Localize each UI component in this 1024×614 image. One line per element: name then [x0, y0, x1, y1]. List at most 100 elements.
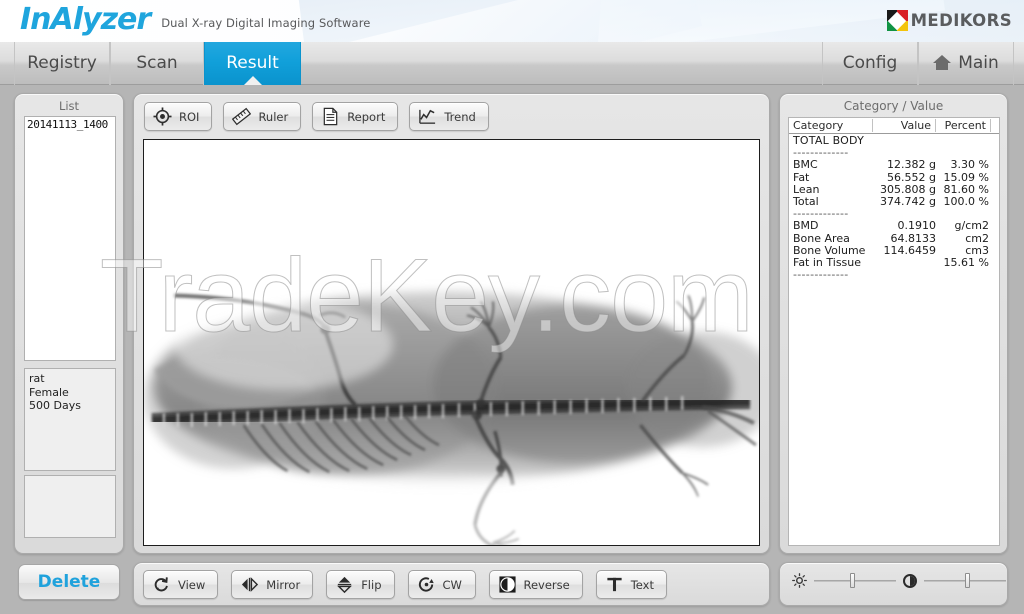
- result-value: 56.552 g: [887, 170, 936, 184]
- subject-age: 500 Days: [29, 399, 81, 412]
- result-category: Fat: [793, 170, 810, 184]
- result-percent: [936, 135, 993, 147]
- mirror-button-label: Mirror: [266, 577, 301, 592]
- flip-arrows-icon: [335, 575, 354, 594]
- contrast-slider[interactable]: [924, 573, 1006, 588]
- result-category: -------------: [793, 268, 849, 282]
- results-row: Bone Area 64.8133 cm2: [789, 231, 999, 245]
- results-panel: Category / Value Category Value Percent …: [779, 93, 1008, 554]
- result-value: 0.1910: [897, 219, 937, 233]
- tab-registry[interactable]: Registry: [14, 42, 110, 85]
- flip-button[interactable]: Flip: [326, 570, 395, 599]
- results-row: BMC 12.382 g 3.30 %: [789, 159, 999, 171]
- contrast-slider-thumb[interactable]: [964, 573, 970, 588]
- image-panel: ROI Ruler Report Trend: [133, 93, 770, 554]
- roi-button[interactable]: ROI: [144, 102, 213, 131]
- view-button[interactable]: View: [143, 570, 219, 599]
- results-row: BMD 0.1910 g/cm2: [789, 220, 999, 232]
- brand-name: MEDIKORS: [910, 11, 1012, 30]
- list-panel-title: List: [58, 99, 80, 113]
- trend-button[interactable]: Trend: [409, 102, 489, 131]
- invert-contrast-icon: [498, 575, 517, 594]
- report-button[interactable]: Report: [312, 102, 399, 131]
- result-value: [873, 269, 936, 281]
- line-chart-icon: [418, 107, 437, 126]
- column-header-percent: Percent: [936, 119, 991, 132]
- brightness-slider-thumb[interactable]: [849, 573, 855, 588]
- reverse-button-label: Reverse: [523, 577, 570, 592]
- results-table-header: Category Value Percent: [789, 118, 999, 134]
- cw-button[interactable]: CW: [407, 570, 476, 599]
- column-header-category: Category: [789, 119, 873, 132]
- ruler-icon: [232, 107, 252, 126]
- column-header-value: Value: [873, 119, 936, 132]
- result-percent: 15.61 %: [943, 255, 989, 269]
- results-panel-title: Category / Value: [843, 99, 944, 113]
- contrast-half-circle-icon: [903, 573, 917, 588]
- brightness-sun-icon: [792, 573, 807, 588]
- document-icon: [321, 107, 340, 126]
- results-row: Fat 56.552 g 15.09 %: [789, 170, 999, 184]
- result-value: [873, 257, 936, 269]
- main-tabbar: Registry Scan Result Config Main: [0, 42, 1024, 85]
- app-logo: InAlyzer Dual X-ray Digital Imaging Soft…: [20, 4, 370, 36]
- crosshair-target-icon: [153, 107, 172, 126]
- brand-lockup: MEDIKORS: [886, 10, 1012, 31]
- result-value: 12.382 g: [887, 158, 936, 172]
- trend-button-label: Trend: [444, 109, 476, 124]
- subject-sex: Female: [29, 385, 69, 399]
- refresh-rotate-icon: [152, 575, 171, 594]
- subject-info-box: rat Female 500 Days: [24, 368, 116, 471]
- app-header: InAlyzer Dual X-ray Digital Imaging Soft…: [0, 0, 1024, 42]
- home-icon: [933, 55, 952, 70]
- xray-image: [144, 140, 759, 545]
- view-button-label: View: [178, 577, 206, 592]
- results-separator: -------------: [789, 268, 999, 282]
- mirror-button[interactable]: Mirror: [231, 570, 314, 599]
- product-tagline: Dual X-ray Digital Imaging Software: [161, 16, 371, 30]
- delete-button[interactable]: Delete: [18, 564, 120, 600]
- medikors-diamond-icon: [886, 10, 908, 31]
- image-toolbar: ROI Ruler Report Trend: [144, 102, 489, 131]
- tab-scan[interactable]: Scan: [110, 42, 204, 85]
- ruler-button[interactable]: Ruler: [223, 102, 302, 131]
- tab-main[interactable]: Main: [918, 42, 1014, 85]
- product-name: InAlyzer: [20, 2, 151, 37]
- text-t-icon: [605, 575, 624, 594]
- result-percent: [936, 269, 993, 281]
- image-tools-row: View Mirror Flip CW Reverse Text: [143, 570, 667, 599]
- result-value: 374.742 g: [880, 194, 936, 208]
- result-value: [873, 135, 936, 147]
- result-percent: 100.0 %: [943, 194, 989, 208]
- result-percent: cm2: [965, 231, 989, 245]
- text-button[interactable]: Text: [595, 570, 667, 599]
- result-percent: g/cm2: [954, 219, 989, 233]
- ruler-button-label: Ruler: [258, 109, 289, 124]
- scan-list-panel: List 20141113_1400 rat Female 500 Days: [14, 93, 124, 554]
- result-value: 64.8133: [890, 231, 937, 245]
- tab-main-label: Main: [958, 53, 999, 73]
- text-button-label: Text: [630, 577, 654, 592]
- rotate-clockwise-icon: [417, 575, 436, 594]
- notes-box: [24, 475, 116, 538]
- result-percent: 15.09 %: [943, 170, 989, 184]
- reverse-button[interactable]: Reverse: [488, 570, 583, 599]
- adjust-controls: [792, 573, 1006, 588]
- results-table: Category Value Percent TOTAL BODY -------…: [788, 117, 1000, 546]
- cw-button-label: CW: [442, 577, 462, 592]
- image-adjust-panel: [779, 562, 1008, 606]
- list-item[interactable]: 20141113_1400: [25, 117, 115, 132]
- result-category: BMD: [793, 219, 819, 233]
- result-category: Bone Area: [793, 231, 850, 245]
- tab-config[interactable]: Config: [822, 42, 918, 85]
- report-button-label: Report: [347, 109, 386, 124]
- result-percent: 3.30 %: [950, 158, 989, 172]
- tab-result[interactable]: Result: [204, 42, 301, 85]
- workspace: List 20141113_1400 rat Female 500 Days D…: [0, 85, 1024, 614]
- scan-list[interactable]: 20141113_1400: [24, 116, 116, 361]
- xray-image-viewport[interactable]: [143, 139, 760, 546]
- brightness-slider[interactable]: [814, 573, 896, 588]
- result-value: 114.6459: [883, 243, 937, 257]
- image-tools-panel: View Mirror Flip CW Reverse Text: [133, 562, 770, 606]
- flip-button-label: Flip: [361, 577, 382, 592]
